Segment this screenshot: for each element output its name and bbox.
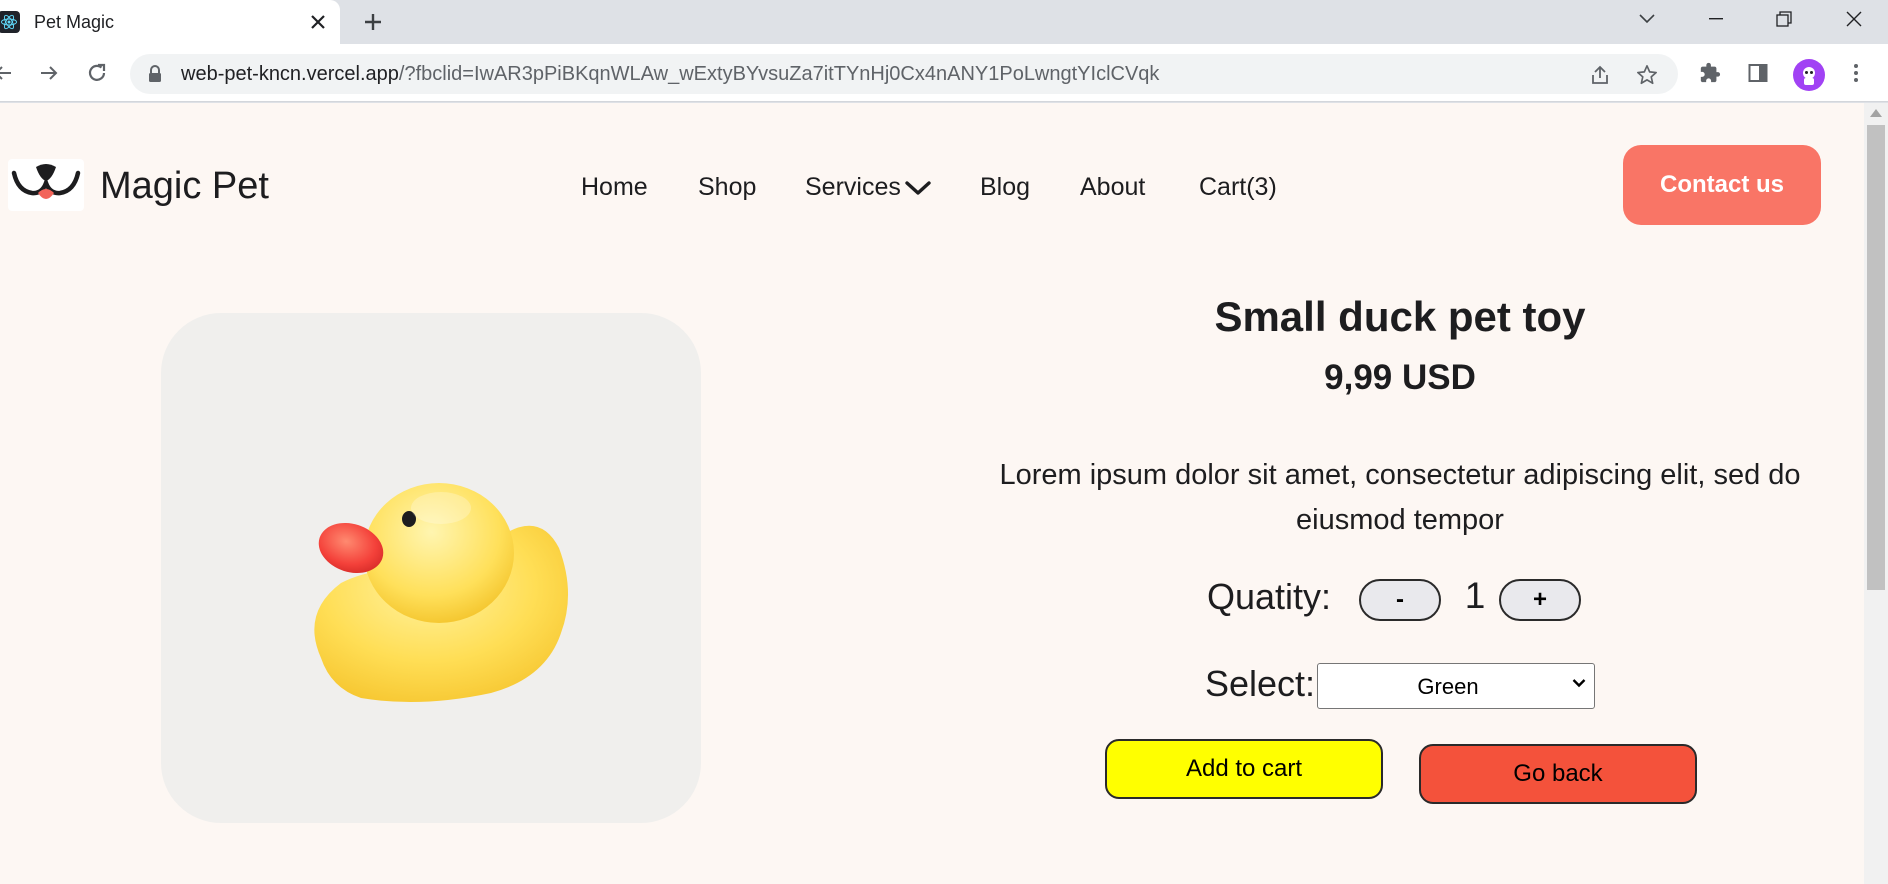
chevron-down-icon <box>1572 679 1586 688</box>
nav-services-label: Services <box>805 173 901 201</box>
address-bar[interactable]: web-pet-kncn.vercel.app/?fbclid=IwAR3pPi… <box>130 54 1678 94</box>
url-path: /?fbclid=IwAR3pPiBKqnWLAw_wExtyBYvsuZa7i… <box>398 63 1160 85</box>
page-scrollbar[interactable] <box>1864 103 1888 884</box>
product-title: Small duck pet toy <box>1214 293 1586 340</box>
browser-tab-bar: Pet Magic <box>0 0 1888 44</box>
chevron-down-icon <box>905 181 931 196</box>
tab-title: Pet Magic <box>34 12 115 32</box>
url-domain: web-pet-kncn.vercel.app <box>181 63 399 85</box>
url-text: web-pet-kncn.vercel.app/?fbclid=IwAR3pPi… <box>181 63 1159 86</box>
bookmark-star-icon[interactable] <box>1634 62 1660 88</box>
site-logo[interactable] <box>8 159 84 211</box>
site-brand[interactable]: Magic Pet <box>100 165 269 208</box>
new-tab-icon[interactable] <box>356 5 390 39</box>
share-icon[interactable] <box>1587 62 1613 88</box>
nav-about[interactable]: About <box>1080 173 1145 202</box>
forward-arrow-icon[interactable] <box>30 54 68 92</box>
lock-icon[interactable] <box>148 65 162 88</box>
browser-toolbar: web-pet-kncn.vercel.app/?fbclid=IwAR3pPi… <box>0 44 1888 102</box>
page-viewport: Magic Pet Home Shop Services Blog About … <box>0 103 1864 884</box>
reload-icon[interactable] <box>78 54 116 92</box>
react-icon <box>0 11 20 33</box>
select-label: Select: <box>1205 663 1316 704</box>
dog-mouth-icon <box>11 164 81 199</box>
decrement-button[interactable]: - <box>1359 579 1441 621</box>
quantity-label: Quatity: <box>1207 576 1332 617</box>
side-panel-icon[interactable] <box>1743 58 1773 88</box>
close-window-icon[interactable] <box>1824 0 1884 38</box>
nav-shop[interactable]: Shop <box>698 173 756 202</box>
nav-services[interactable]: Services <box>805 173 931 202</box>
profile-avatar[interactable] <box>1793 59 1825 91</box>
nav-cart[interactable]: Cart(3) <box>1199 173 1277 202</box>
go-back-button[interactable]: Go back <box>1419 744 1697 804</box>
nav-blog[interactable]: Blog <box>980 173 1030 202</box>
increment-button[interactable]: + <box>1499 579 1581 621</box>
scrollbar-thumb[interactable] <box>1867 125 1885 590</box>
scroll-up-arrow-icon[interactable] <box>1870 109 1882 117</box>
add-to-cart-button[interactable]: Add to cart <box>1105 739 1383 799</box>
extensions-puzzle-icon[interactable] <box>1695 58 1725 88</box>
product-description: Lorem ipsum dolor sit amet, consectetur … <box>999 459 1801 536</box>
kebab-menu-icon[interactable] <box>1841 58 1871 88</box>
quantity-value: 1 <box>1464 575 1486 616</box>
back-arrow-icon[interactable] <box>0 54 22 92</box>
select-value: Green <box>1417 674 1479 699</box>
product-price: 9,99 USD <box>1324 358 1476 397</box>
contact-us-button[interactable]: Contact us <box>1623 145 1821 225</box>
rubber-duck-image <box>314 483 569 702</box>
minimize-icon[interactable] <box>1686 0 1746 38</box>
product-image-card <box>161 313 701 823</box>
nav-home[interactable]: Home <box>581 173 648 202</box>
color-select[interactable]: Green <box>1317 663 1595 709</box>
close-tab-icon[interactable] <box>302 6 334 38</box>
restore-icon[interactable] <box>1754 0 1814 38</box>
browser-tab-active[interactable]: Pet Magic <box>0 0 340 44</box>
tab-search-icon[interactable] <box>1617 0 1677 38</box>
